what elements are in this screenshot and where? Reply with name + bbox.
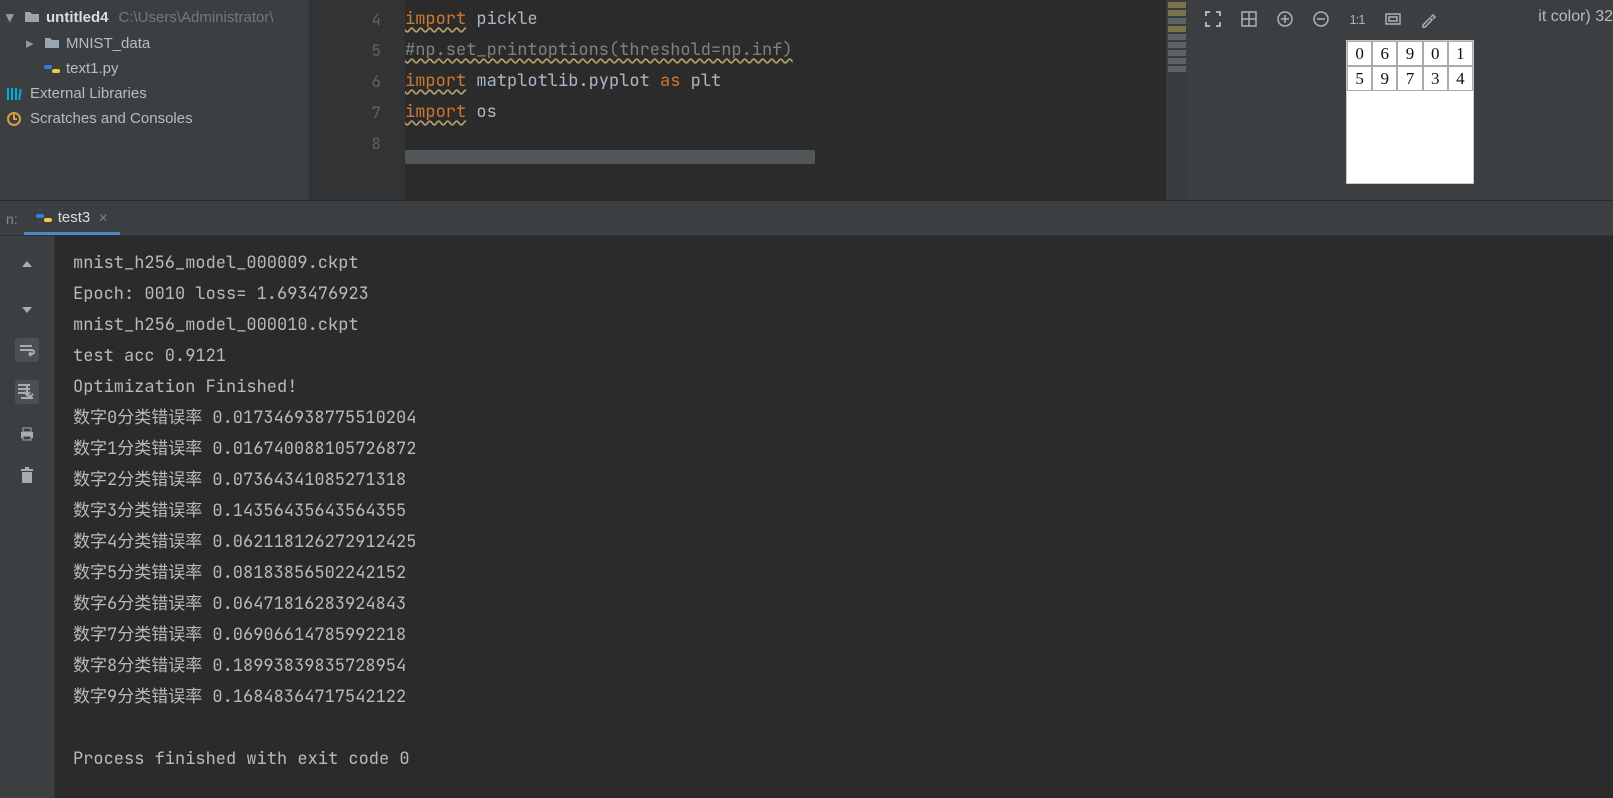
code-line[interactable]: #np.set_printoptions(threshold=np.inf) (405, 35, 1166, 66)
gutter-line-number: 7 (310, 97, 381, 128)
image-preview[interactable]: 06901 59734 (1346, 40, 1474, 184)
tree-item-mnist-data[interactable]: ▸ MNIST_data (0, 30, 309, 56)
zoom-in-icon[interactable] (1274, 8, 1296, 30)
editor-area[interactable]: 45678 import pickle#np.set_printoptions(… (310, 0, 1188, 200)
digit-cell: 1 (1448, 41, 1473, 66)
digit-cell: 3 (1423, 66, 1448, 91)
tree-item-label: text1.py (66, 60, 119, 77)
digit-row-0: 06901 (1347, 41, 1473, 66)
soft-wrap-icon[interactable] (15, 338, 39, 362)
digit-cell: 0 (1423, 41, 1448, 66)
close-icon[interactable]: ✕ (98, 211, 108, 225)
digit-cell: 5 (1347, 66, 1372, 91)
python-file-icon (36, 210, 52, 226)
folder-icon (44, 36, 60, 50)
digit-cell: 6 (1372, 41, 1397, 66)
gutter-line-number: 4 (310, 4, 381, 35)
folder-icon (24, 10, 40, 24)
project-root-path: C:\Users\Administrator\ (119, 9, 274, 26)
external-libraries-label: External Libraries (30, 85, 147, 102)
chevron-right-icon[interactable]: ▸ (26, 34, 38, 52)
project-tree: ▾ untitled4 C:\Users\Administrator\ ▸ MN… (0, 0, 310, 200)
editor-code[interactable]: import pickle#np.set_printoptions(thresh… (405, 0, 1166, 200)
digit-row-1: 59734 (1347, 66, 1473, 91)
up-arrow-icon[interactable] (15, 254, 39, 278)
gutter-line-number: 8 (310, 128, 381, 159)
project-root-label: untitled4 (46, 9, 109, 26)
library-icon (6, 86, 24, 102)
trash-icon[interactable] (15, 464, 39, 488)
horizontal-scrollbar[interactable] (405, 150, 815, 164)
scratches-consoles[interactable]: Scratches and Consoles (0, 106, 309, 131)
digit-cell: 0 (1347, 41, 1372, 66)
chevron-down-icon[interactable]: ▾ (6, 8, 18, 26)
code-line[interactable]: import os (405, 97, 1166, 128)
editor-gutter: 45678 (310, 0, 405, 200)
digit-cell: 9 (1397, 41, 1422, 66)
print-icon[interactable] (15, 422, 39, 446)
external-libraries[interactable]: External Libraries (0, 81, 309, 106)
digit-cell: 9 (1372, 66, 1397, 91)
run-tab-test3[interactable]: test3 ✕ (24, 203, 121, 235)
console-output[interactable]: mnist_h256_model_000009.ckpt Epoch: 0010… (55, 236, 1613, 798)
scratches-consoles-label: Scratches and Consoles (30, 110, 193, 127)
tree-item-text1py[interactable]: text1.py (0, 56, 309, 81)
minimap[interactable] (1166, 0, 1188, 200)
zoom-out-icon[interactable] (1310, 8, 1332, 30)
code-line[interactable]: import pickle (405, 4, 1166, 35)
digit-cell: 7 (1397, 66, 1422, 91)
fullscreen-icon[interactable] (1202, 8, 1224, 30)
scratch-icon (6, 111, 24, 127)
scroll-end-icon[interactable] (15, 380, 39, 404)
grid-icon[interactable] (1238, 8, 1260, 30)
run-label: n: (4, 211, 24, 235)
code-line[interactable]: import matplotlib.pyplot as plt (405, 66, 1166, 97)
bitcolor-label: it color) 32 (1538, 8, 1613, 26)
gutter-line-number: 5 (310, 35, 381, 66)
zoom-ratio-label[interactable]: 1:1 (1346, 8, 1368, 30)
down-arrow-icon[interactable] (15, 296, 39, 320)
python-file-icon (44, 61, 60, 77)
project-root[interactable]: ▾ untitled4 C:\Users\Administrator\ (0, 4, 309, 30)
run-tab-bar: n: test3 ✕ (0, 200, 1613, 236)
gutter-line-number: 6 (310, 66, 381, 97)
eyedropper-icon[interactable] (1418, 8, 1440, 30)
image-viewer-panel: it color) 32 1:1 06901 59734 (1188, 0, 1613, 200)
console-toolbar (0, 236, 55, 798)
console-area: mnist_h256_model_000009.ckpt Epoch: 0010… (0, 236, 1613, 798)
digit-cell: 4 (1448, 66, 1473, 91)
fit-icon[interactable] (1382, 8, 1404, 30)
tree-item-label: MNIST_data (66, 35, 150, 52)
top-section: ▾ untitled4 C:\Users\Administrator\ ▸ MN… (0, 0, 1613, 200)
run-tab-label: test3 (58, 209, 91, 226)
